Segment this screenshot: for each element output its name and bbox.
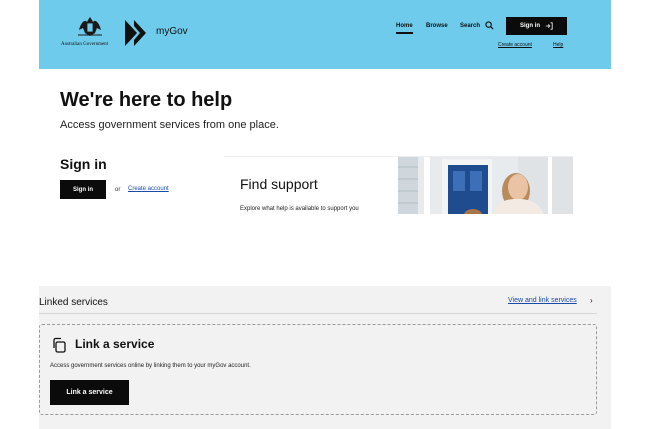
nav-browse[interactable]: Browse	[426, 23, 448, 29]
or-separator: or	[115, 187, 121, 193]
view-and-link-services-link[interactable]: View and link services	[508, 297, 577, 304]
link-a-service-button[interactable]: Link a service	[50, 380, 129, 405]
header-sign-in-button[interactable]: Sign in	[506, 17, 567, 35]
site-header: Australian Government myGov Home Browse …	[39, 0, 611, 69]
header-create-account-link[interactable]: Create account	[498, 42, 532, 48]
chevron-right-icon[interactable]: ›	[590, 296, 593, 305]
find-support-description: Explore what help is available to suppor…	[240, 206, 359, 212]
copy-link-icon	[53, 337, 66, 353]
section-divider	[39, 313, 597, 314]
nav-active-indicator	[396, 32, 413, 34]
mygov-brand-text[interactable]: myGov	[156, 26, 188, 37]
australian-government-logo[interactable]: Australian Government	[61, 16, 119, 50]
page-subtitle: Access government services from one plac…	[60, 119, 279, 131]
sign-in-heading: Sign in	[60, 156, 107, 172]
page-title: We're here to help	[60, 89, 233, 111]
government-name: Australian Government	[61, 42, 109, 47]
support-photo	[398, 157, 573, 214]
nav-home[interactable]: Home	[396, 23, 413, 29]
sign-in-arrow-icon	[545, 22, 553, 30]
header-help-link[interactable]: Help	[553, 42, 563, 48]
coat-of-arms-icon	[78, 17, 102, 36]
find-support-title: Find support	[240, 176, 318, 192]
sign-in-button[interactable]: Sign in	[60, 180, 106, 199]
link-a-service-card: Link a service Access government service…	[39, 324, 597, 415]
create-account-link[interactable]: Create account	[128, 186, 169, 192]
mygov-logo-icon[interactable]	[125, 20, 151, 46]
header-sign-in-label: Sign in	[520, 23, 540, 29]
link-a-service-title: Link a service	[75, 337, 155, 351]
linked-services-section: Linked services View and link services ›…	[39, 286, 611, 429]
linked-services-title: Linked services	[39, 297, 108, 308]
find-support-card[interactable]: Find support Explore what help is availa…	[224, 156, 573, 214]
search-icon[interactable]	[485, 21, 494, 30]
link-a-service-description: Access government services online by lin…	[50, 363, 251, 369]
nav-search[interactable]: Search	[460, 23, 480, 29]
